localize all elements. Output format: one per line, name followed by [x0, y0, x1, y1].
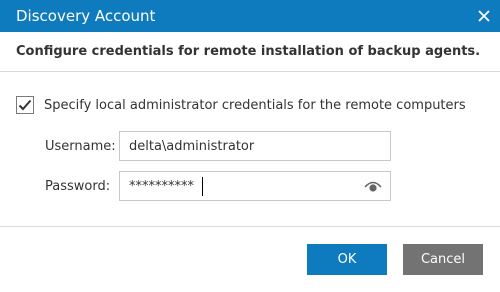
- cancel-button[interactable]: Cancel: [403, 244, 483, 275]
- dialog-footer: OK Cancel: [0, 226, 500, 292]
- dialog-heading: Configure credentials for remote install…: [16, 44, 481, 59]
- password-value: **********: [129, 179, 194, 194]
- specify-credentials-label: Specify local administrator credentials …: [44, 97, 466, 113]
- title-bar: Discovery Account: [0, 0, 500, 32]
- checkmark-icon: [18, 99, 32, 111]
- ok-button[interactable]: OK: [307, 244, 387, 275]
- close-button[interactable]: [468, 0, 500, 32]
- username-label: Username:: [45, 139, 116, 154]
- specify-credentials-checkbox[interactable]: [16, 96, 34, 114]
- discovery-account-dialog: Discovery Account Configure credentials …: [0, 0, 500, 292]
- header-band: Configure credentials for remote install…: [0, 32, 500, 72]
- password-label: Password:: [45, 179, 111, 194]
- password-field[interactable]: **********: [119, 171, 391, 201]
- username-field[interactable]: delta\administrator: [119, 131, 391, 161]
- dialog-title: Discovery Account: [16, 7, 156, 25]
- text-caret: [202, 177, 203, 196]
- close-icon: [478, 10, 490, 22]
- username-value: delta\administrator: [129, 139, 255, 154]
- eye-icon[interactable]: [364, 179, 382, 193]
- specify-credentials-option[interactable]: Specify local administrator credentials …: [16, 95, 466, 115]
